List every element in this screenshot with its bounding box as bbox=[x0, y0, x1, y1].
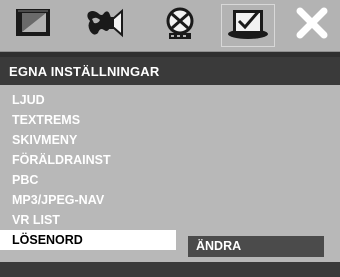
display-settings-tab[interactable] bbox=[10, 0, 58, 51]
audio-icon bbox=[82, 5, 128, 46]
menu-item-pbc[interactable]: PBC bbox=[0, 170, 168, 190]
menu-item-ljud[interactable]: LJUD bbox=[0, 90, 168, 110]
exit-tab[interactable] bbox=[288, 0, 336, 51]
menu-list: LJUD TEXTREMS SKIVMENY FÖRÄLDRAINST PBC … bbox=[0, 90, 176, 250]
bottom-strip bbox=[0, 262, 340, 277]
preferences-tab[interactable] bbox=[219, 0, 277, 51]
audio-settings-tab[interactable] bbox=[79, 0, 131, 51]
icon-bar bbox=[0, 0, 340, 52]
menu-item-skivmeny[interactable]: SKIVMENY bbox=[0, 130, 168, 150]
setup-menu-screen: EGNA INSTÄLLNINGAR LJUD TEXTREMS SKIVMEN… bbox=[0, 0, 340, 277]
close-icon bbox=[294, 5, 330, 46]
page-title: EGNA INSTÄLLNINGAR bbox=[0, 57, 340, 85]
menu-item-vr-list[interactable]: VR LIST bbox=[0, 210, 168, 230]
menu-item-foraldrainst[interactable]: FÖRÄLDRAINST bbox=[0, 150, 168, 170]
settings-menu: LJUD TEXTREMS SKIVMENY FÖRÄLDRAINST PBC … bbox=[0, 85, 340, 277]
video-icon bbox=[160, 5, 200, 46]
menu-item-mp3-jpeg-nav[interactable]: MP3/JPEG-NAV bbox=[0, 190, 168, 210]
menu-item-textrems[interactable]: TEXTREMS bbox=[0, 110, 168, 130]
preferences-icon bbox=[225, 4, 271, 47]
menu-item-losenord[interactable]: LÖSENORD bbox=[0, 230, 176, 250]
change-password-option[interactable]: ÄNDRA bbox=[188, 236, 324, 257]
video-settings-tab[interactable] bbox=[157, 0, 203, 51]
display-icon bbox=[14, 6, 54, 45]
